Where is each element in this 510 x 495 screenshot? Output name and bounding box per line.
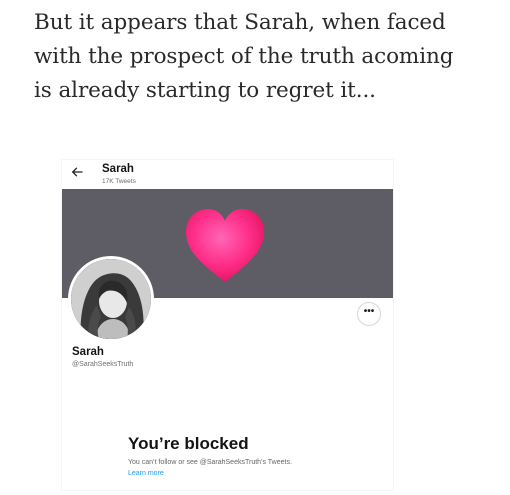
profile-header-bar: Sarah 17K Tweets xyxy=(62,160,393,188)
article-paragraph: But it appears that Sarah, when faced wi… xyxy=(34,6,494,108)
article-line: with the prospect of the truth acoming xyxy=(34,44,454,69)
article-line: is already starting to regret it... xyxy=(34,78,376,103)
learn-more-link[interactable]: Learn more xyxy=(128,470,164,477)
article-line: But it appears that Sarah, when faced xyxy=(34,10,446,35)
blocked-title: You’re blocked xyxy=(128,434,249,453)
more-options-icon[interactable]: ••• xyxy=(357,302,381,326)
profile-screenshot-embed: Sarah 17K Tweets ••• Sarah @SarahSeeksTr… xyxy=(62,160,393,490)
back-arrow-icon[interactable] xyxy=(70,165,84,179)
blocked-description: You can’t follow or see @SarahSeeksTruth… xyxy=(128,459,292,466)
profile-name: Sarah xyxy=(72,346,104,358)
avatar[interactable] xyxy=(68,256,154,342)
heart-icon xyxy=(186,209,264,282)
tweet-count: 17K Tweets xyxy=(102,178,136,185)
header-profile-name: Sarah xyxy=(102,163,134,175)
profile-handle: @SarahSeeksTruth xyxy=(72,361,134,368)
